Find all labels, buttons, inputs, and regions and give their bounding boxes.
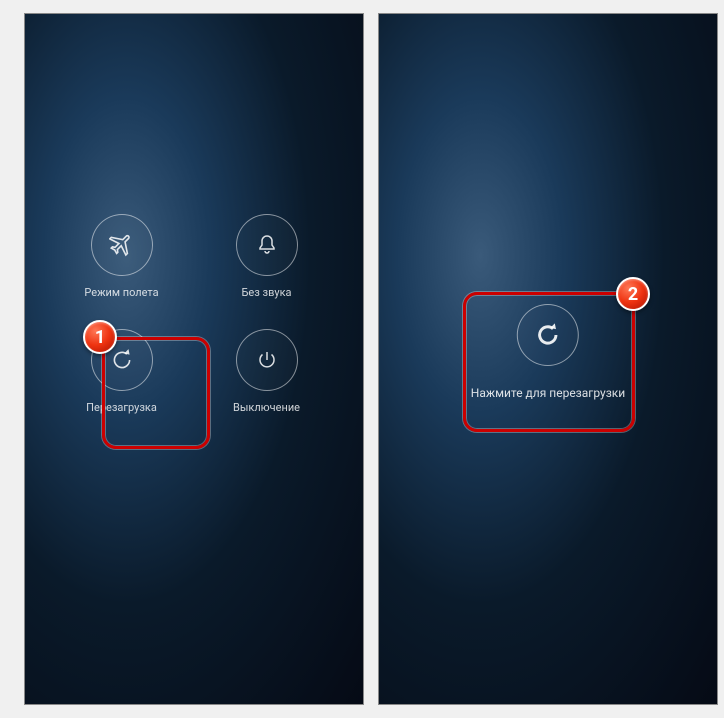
screen-power-menu: Режим полета Без звука [24,13,364,705]
reboot-confirm-container: Нажмите для перезагрузки [471,304,625,400]
reboot-item[interactable]: Перезагрузка [74,329,169,414]
reboot-confirm-button[interactable] [517,304,579,366]
silent-mode-label: Без звука [241,286,291,299]
poweroff-item[interactable]: Выключение [219,329,314,414]
reboot-label: Перезагрузка [86,401,157,414]
reboot-confirm-label: Нажмите для перезагрузки [471,386,625,400]
silent-mode-button[interactable] [236,214,298,276]
reboot-button[interactable] [91,329,153,391]
power-menu-grid: Режим полета Без звука [74,214,314,414]
reboot-icon [534,321,562,349]
poweroff-label: Выключение [233,401,300,414]
airplane-mode-button[interactable] [91,214,153,276]
bell-icon [255,233,279,257]
power-icon [255,348,279,372]
airplane-icon [109,232,135,258]
poweroff-button[interactable] [236,329,298,391]
airplane-mode-item[interactable]: Режим полета [74,214,169,299]
reboot-icon [109,347,135,373]
airplane-mode-label: Режим полета [84,286,158,299]
screen-reboot-confirm: Нажмите для перезагрузки 2 [378,13,718,705]
silent-mode-item[interactable]: Без звука [219,214,314,299]
